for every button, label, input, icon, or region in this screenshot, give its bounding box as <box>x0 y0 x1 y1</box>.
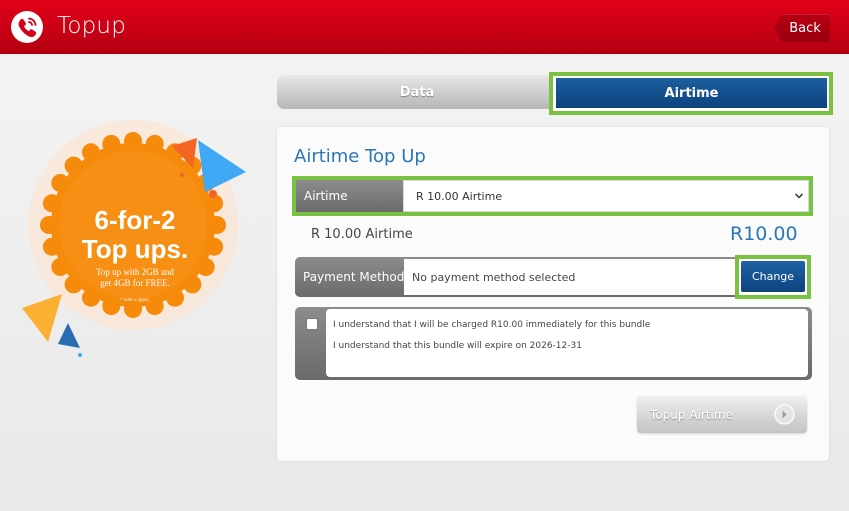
airtime-select[interactable]: R 10.00 Airtime <box>403 180 809 212</box>
phone-icon <box>11 11 43 43</box>
topup-airtime-label: Topup Airtime <box>650 407 733 422</box>
payment-method-label: Payment Method <box>303 270 405 284</box>
summary-amount: R10.00 <box>730 223 798 245</box>
promo-headline-1: 6-for-2 <box>94 205 176 235</box>
terms-checkbox[interactable] <box>306 318 318 330</box>
payment-method-value: No payment method selected <box>412 270 576 284</box>
promo-subtext-2: get 4GB for FREE. <box>100 278 170 288</box>
page-title: Topup <box>57 13 126 39</box>
back-button[interactable]: Back <box>774 14 830 42</box>
airtime-select-label: Airtime <box>296 180 403 212</box>
promo-subtext-1: Top up with 2GB and <box>96 267 174 277</box>
promo-text: 6-for-2 Top ups. Top up with 2GB and get… <box>50 205 220 303</box>
terms-line-charge: I understand that I will be charged R10.… <box>333 320 651 330</box>
form-title: Airtime Top Up <box>294 146 426 167</box>
terms-text: I understand that I will be charged R10.… <box>326 309 808 377</box>
tab-airtime[interactable]: Airtime <box>556 78 827 108</box>
payment-method-field: No payment method selected <box>404 259 737 295</box>
tab-data[interactable]: Data <box>277 75 557 109</box>
summary-label: R 10.00 Airtime <box>311 227 413 242</box>
terms-line-expiry: I understand that this bundle will expir… <box>333 341 582 351</box>
arrow-right-icon <box>774 404 795 425</box>
app-header: Topup Back <box>0 0 849 54</box>
change-payment-button[interactable]: Change <box>741 261 805 292</box>
promo-banner: 6-for-2 Top ups. Top up with 2GB and get… <box>0 120 260 370</box>
chevron-down-icon <box>794 193 804 199</box>
promo-headline-2: Top ups. <box>81 234 189 264</box>
airtime-select-value: R 10.00 Airtime <box>416 189 503 203</box>
promo-fine-print: *Ts&Cs apply. <box>120 298 150 303</box>
topup-airtime-button[interactable]: Topup Airtime <box>637 396 807 433</box>
